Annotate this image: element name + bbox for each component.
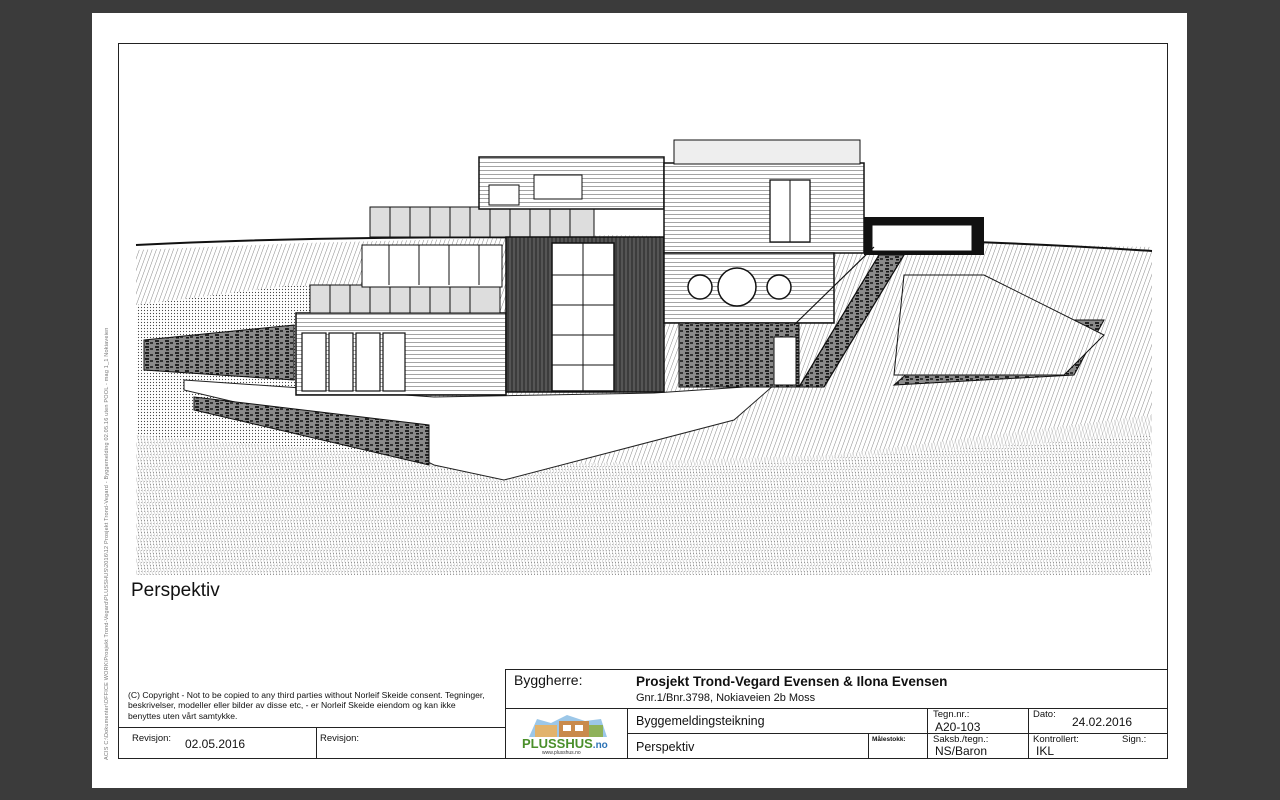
sign-label: Sign.:	[1122, 734, 1147, 745]
scale-label: Målestokk:	[872, 736, 906, 743]
drawn-by: NS/Baron	[935, 744, 988, 758]
copyright-notice: (C) Copyright - Not to be copied to any …	[128, 690, 485, 721]
house-perspective-illustration	[135, 139, 1153, 575]
plusshus-logo: PLUSSHUS.no www.plusshus.no	[517, 711, 617, 758]
revision-top-line	[118, 727, 505, 728]
project-address: Gnr.1/Bnr.3798, Nokiaveien 2b Moss	[636, 692, 816, 704]
titleblock-row-line	[627, 733, 1168, 734]
date-label: Dato:	[1033, 709, 1056, 720]
checked-value: IKL	[1036, 744, 1055, 758]
drawing-caption: Perspektiv	[131, 580, 220, 601]
logo-url: www.plusshus.no	[542, 750, 581, 756]
date-value: 24.02.2016	[1072, 715, 1133, 729]
drawing-no-label: Tegn.nr.:	[933, 709, 970, 720]
revision-divider	[316, 727, 317, 759]
titleblock-top-line	[505, 669, 1168, 670]
logo-suffix: .no	[592, 740, 608, 751]
drawing-no-divider	[927, 708, 928, 759]
titleblock-mid-line	[505, 708, 1168, 709]
revision-label-2: Revisjon:	[320, 733, 360, 744]
drawing-type: Byggemeldingsteikning	[636, 714, 765, 728]
drawing-no: A20-103	[935, 720, 981, 734]
date-divider	[1028, 708, 1029, 759]
file-path-note: ACIS C:\Dokumenter\OFFICE WORK\Prosjekt …	[104, 327, 110, 760]
scale-divider	[868, 733, 869, 759]
logo-brand: PLUSSHUS	[522, 736, 593, 751]
drawing-title: Perspektiv	[636, 740, 695, 754]
revision-label-1: Revisjon:	[132, 733, 172, 744]
revision-value-1: 02.05.2016	[185, 737, 246, 751]
titleblock-left-line	[505, 669, 506, 759]
owner-label: Byggherre:	[514, 672, 583, 688]
project-name: Prosjekt Trond-Vegard Evensen & Ilona Ev…	[636, 674, 948, 689]
